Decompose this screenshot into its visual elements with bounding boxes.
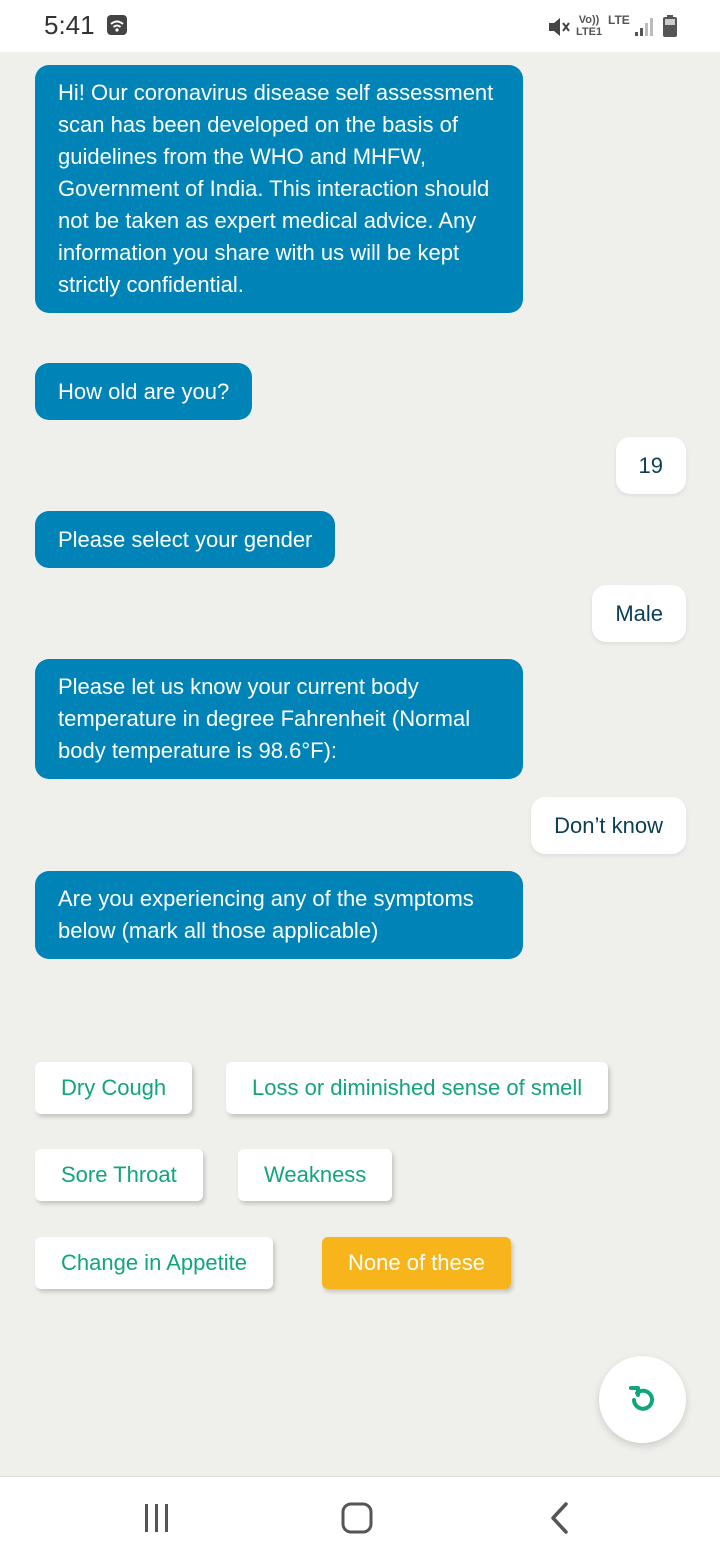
status-bar: 5:41 Vo)) LTE1 LTE (0, 0, 720, 52)
bot-message-temperature: Please let us know your current body tem… (35, 659, 523, 779)
refresh-icon (628, 1385, 654, 1411)
recents-icon[interactable] (142, 1501, 172, 1535)
wifi-icon (107, 15, 127, 35)
lte-label: LTE (608, 13, 630, 27)
option-loss-of-smell[interactable]: Loss or diminished sense of smell (226, 1062, 609, 1114)
volte-indicator: Vo)) LTE1 (576, 14, 602, 38)
user-reply-gender: Male (592, 585, 686, 642)
user-reply-temperature: Don’t know (531, 797, 686, 854)
navigation-bar (0, 1476, 720, 1560)
volte-label: Vo)) (578, 14, 600, 26)
option-dry-cough[interactable]: Dry Cough (35, 1062, 193, 1114)
option-weakness[interactable]: Weakness (238, 1149, 393, 1201)
signal-icon (635, 18, 653, 36)
home-icon[interactable] (340, 1501, 374, 1535)
lte1-label: LTE1 (576, 26, 603, 38)
battery-icon (663, 15, 677, 37)
mute-icon (549, 18, 570, 36)
option-sore-throat[interactable]: Sore Throat (35, 1149, 203, 1201)
user-reply-age: 19 (615, 437, 686, 494)
option-none-of-these[interactable]: None of these (322, 1237, 511, 1289)
back-icon[interactable] (546, 1501, 574, 1535)
bot-message-symptoms: Are you experiencing any of the symptoms… (35, 871, 523, 959)
bot-message-intro: Hi! Our coronavirus disease self assessm… (35, 65, 523, 313)
status-time: 5:41 (44, 10, 95, 40)
option-change-in-appetite[interactable]: Change in Appetite (35, 1237, 273, 1289)
restart-button[interactable] (599, 1356, 686, 1443)
bot-message-age: How old are you? (35, 363, 253, 420)
bot-message-gender: Please select your gender (35, 511, 336, 568)
